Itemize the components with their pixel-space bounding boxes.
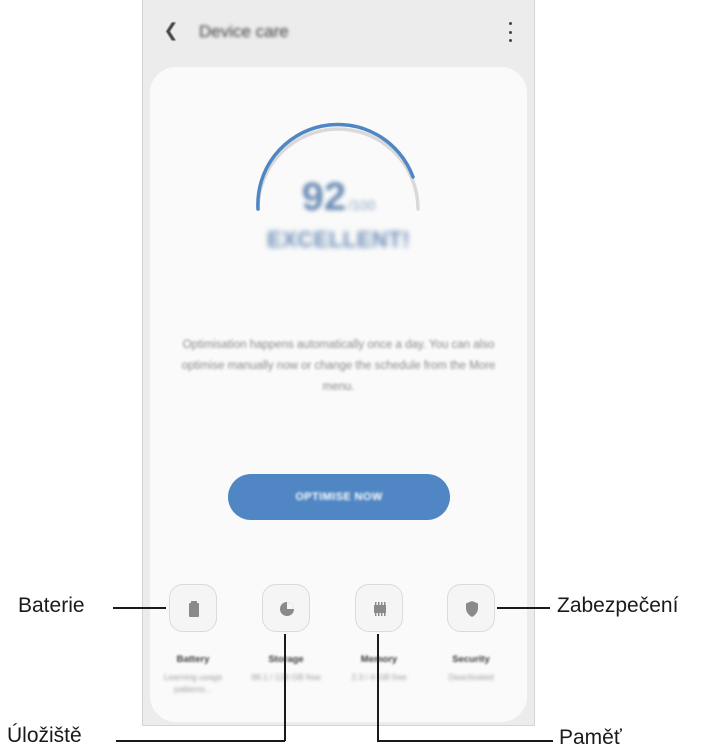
app-bar: ❮ Device care (143, 0, 534, 60)
memory-chip-icon (374, 602, 386, 616)
callout-line-storage-v (284, 634, 286, 741)
score-readout: 92/100 (150, 175, 527, 220)
battery-icon (189, 601, 199, 617)
tool-status: Deactivated (448, 672, 494, 682)
tool-status: Learning usage patterns... (163, 672, 223, 694)
tool-label: Battery (176, 654, 210, 665)
optimise-now-button[interactable]: OPTIMISE NOW (228, 474, 450, 520)
phone-screen: ❮ Device care 92/100 EXCELLENT! Optimisa… (142, 0, 535, 726)
optimisation-description: Optimisation happens automatically once … (181, 339, 496, 393)
callout-line-memory-h (377, 740, 553, 742)
tool-battery[interactable]: Battery Learning usage patterns... (148, 584, 238, 704)
callout-line-security (497, 607, 550, 609)
battery-button[interactable] (169, 584, 217, 632)
security-button[interactable] (447, 584, 495, 632)
shield-icon (466, 601, 478, 617)
tool-security[interactable]: Security Deactivated (426, 584, 516, 704)
callout-battery: Baterie (18, 594, 85, 617)
storage-button[interactable] (262, 584, 310, 632)
optimise-now-label: OPTIMISE NOW (295, 491, 383, 503)
more-options-icon[interactable] (506, 22, 514, 42)
score-status: EXCELLENT! (266, 227, 411, 252)
storage-pie-icon (280, 602, 294, 616)
tool-status: 2.3 / 4 GB free (351, 672, 407, 682)
tool-storage[interactable]: Storage 98.1 / 128 GB free (241, 584, 331, 704)
tool-status: 98.1 / 128 GB free (251, 672, 321, 682)
callout-security: Zabezpečení (557, 594, 679, 617)
score-max: /100 (348, 197, 376, 213)
tool-label: Security (452, 654, 490, 665)
tool-memory[interactable]: Memory 2.3 / 4 GB free (334, 584, 424, 704)
callout-storage: Úložiště (7, 724, 82, 747)
score-value: 92 (301, 175, 347, 219)
callout-line-battery (113, 607, 166, 609)
back-arrow-icon[interactable]: ❮ (161, 20, 181, 40)
callout-memory: Paměť (559, 726, 622, 749)
page-title: Device care (199, 22, 289, 41)
callout-line-storage-h (116, 740, 285, 742)
tool-label: Storage (268, 654, 304, 665)
memory-button[interactable] (355, 584, 403, 632)
tool-label: Memory (360, 654, 398, 665)
callout-line-memory-v (377, 634, 379, 741)
